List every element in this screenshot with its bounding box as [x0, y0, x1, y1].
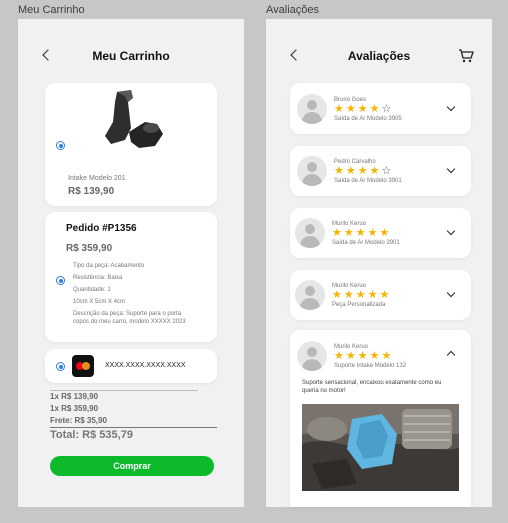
- star-icon: ★: [334, 103, 344, 115]
- avatar: [297, 94, 327, 124]
- page-title: Meu Carrinho: [92, 49, 170, 63]
- summary-line-2: 1x R$ 359,90: [50, 404, 99, 413]
- shopping-cart-icon[interactable]: [458, 49, 474, 63]
- avatar: [295, 280, 325, 310]
- star-icon: ★: [345, 103, 356, 115]
- order-select-radio[interactable]: [56, 276, 65, 285]
- mastercard-icon: [72, 355, 94, 377]
- chevron-down-icon[interactable]: [446, 288, 456, 298]
- total-price: Total: R$ 535,79: [50, 429, 133, 441]
- reviewed-product: Suporte Intake Modelo 132: [334, 363, 407, 369]
- reviews-frame-label: Avaliações: [266, 4, 319, 16]
- cart-frame-label: Meu Carrinho: [18, 4, 85, 16]
- order-card[interactable]: Pedido #P1356 R$ 359,90 Tipo da peça: Ac…: [45, 212, 217, 342]
- star-icon: ★: [334, 165, 344, 177]
- star-icon: ★: [367, 289, 378, 301]
- rating-stars: ★ ★ ★ ★ ★: [332, 290, 389, 301]
- star-icon: ★: [381, 350, 392, 362]
- avatar: [297, 341, 327, 371]
- star-icon: ★: [357, 103, 368, 115]
- reviewed-product: Peça Personalizada: [332, 302, 386, 308]
- star-icon: ★: [343, 227, 354, 239]
- summary-line-1: 1x R$ 139,90: [50, 392, 99, 401]
- payment-select-radio[interactable]: [56, 362, 65, 371]
- rating-stars: ★ ★ ★ ★ ☆: [334, 166, 391, 177]
- rating-stars: ★ ★ ★ ★ ★: [332, 228, 389, 239]
- chevron-up-icon[interactable]: [446, 350, 456, 360]
- star-icon: ★: [345, 165, 356, 177]
- product-select-radio[interactable]: [56, 141, 65, 150]
- rating-stars: ★ ★ ★ ★ ☆: [334, 104, 391, 115]
- order-title: Pedido #P1356: [66, 223, 137, 234]
- star-icon: ★: [367, 227, 378, 239]
- reviews-screen: Avaliações Bruno Goes ★ ★ ★ ★ ☆ Saída de Ar …: [266, 19, 492, 507]
- star-icon: ★: [332, 289, 342, 301]
- summary-divider: [50, 427, 217, 428]
- card-number: XXXX.XXXX.XXXX.XXXX: [105, 362, 186, 369]
- review-card-expanded[interactable]: Murilo Keruo ★ ★ ★ ★ ★ Suporte Intake Modelo…: [290, 330, 471, 507]
- payment-card[interactable]: XXXX.XXXX.XXXX.XXXX: [45, 349, 217, 383]
- star-icon: ★: [334, 350, 344, 362]
- summary-shipping: Frete: R$ 35,90: [50, 416, 107, 425]
- order-detail-dimensions: 10cm X 5cm X 4cm: [73, 299, 126, 305]
- reviewed-product: Saída de Ar Modelo 3901: [334, 178, 402, 184]
- star-icon: ★: [379, 289, 390, 301]
- avatar: [295, 218, 325, 248]
- order-price: R$ 359,90: [66, 243, 113, 254]
- review-card[interactable]: Murilo Keruo ★ ★ ★ ★ ★ Saída de Ar Modelo 39…: [290, 208, 471, 258]
- cart-header: Meu Carrinho: [18, 19, 244, 71]
- order-detail-type: Tipo da peça: Acabamento: [73, 263, 145, 269]
- star-icon: ★: [379, 227, 390, 239]
- chevron-down-icon[interactable]: [446, 164, 456, 174]
- order-detail-quantity: Quantidade: 1: [73, 287, 111, 293]
- cart-screen: Meu Carrinho Intake Modelo 201 R$ 139,90…: [18, 19, 244, 507]
- reviewed-product: Saída de Ar Modelo 3905: [334, 116, 402, 122]
- review-card[interactable]: Pedro Carvalho ★ ★ ★ ★ ☆ Saída de Ar Modelo …: [290, 146, 471, 196]
- product-image: [105, 90, 163, 148]
- reviewed-product: Saída de Ar Modelo 3901: [332, 240, 400, 246]
- product-price: R$ 139,90: [68, 186, 115, 197]
- star-icon: ★: [355, 227, 366, 239]
- star-icon: ★: [357, 165, 368, 177]
- chevron-down-icon[interactable]: [446, 102, 456, 112]
- star-icon: ★: [357, 350, 368, 362]
- star-icon: ★: [369, 165, 380, 177]
- star-icon: ★: [369, 103, 380, 115]
- star-icon: ★: [345, 350, 356, 362]
- summary-divider-top: [50, 390, 198, 391]
- review-comment: Suporte sensacional, encaixou exatamente…: [302, 380, 442, 394]
- product-name: Intake Modelo 201: [68, 175, 126, 182]
- star-icon: ★: [369, 350, 380, 362]
- star-icon: ★: [332, 227, 342, 239]
- star-outline-icon: ☆: [381, 165, 392, 177]
- star-icon: ★: [355, 289, 366, 301]
- order-detail-description: Descrição da peça: Suporte para o porta …: [73, 311, 186, 325]
- product-card[interactable]: Intake Modelo 201 R$ 139,90: [45, 83, 217, 206]
- chevron-down-icon[interactable]: [446, 226, 456, 236]
- buy-button[interactable]: Comprar: [50, 456, 214, 476]
- star-icon: ★: [343, 289, 354, 301]
- star-outline-icon: ☆: [381, 103, 392, 115]
- review-card[interactable]: Murilo Keruo ★ ★ ★ ★ ★ Peça Personalizada: [290, 270, 471, 320]
- rating-stars: ★ ★ ★ ★ ★: [334, 351, 391, 362]
- reviews-header: Avaliações: [266, 19, 492, 71]
- avatar: [297, 156, 327, 186]
- order-detail-resistance: Resistência: Baixa: [73, 275, 123, 281]
- review-photo: [302, 404, 459, 491]
- review-card[interactable]: Bruno Goes ★ ★ ★ ★ ☆ Saída de Ar Modelo 3905: [290, 83, 471, 134]
